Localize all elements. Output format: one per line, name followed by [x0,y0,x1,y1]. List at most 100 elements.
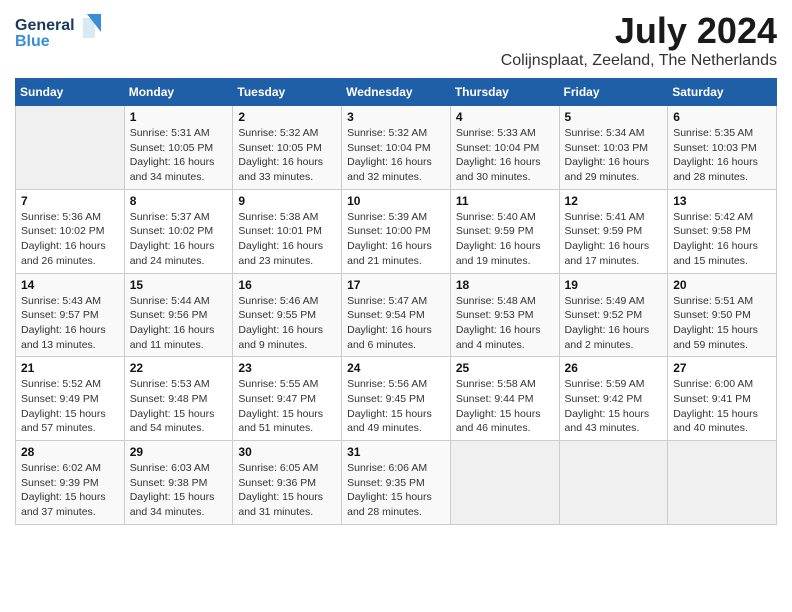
day-info: Sunrise: 5:48 AM Sunset: 9:53 PM Dayligh… [456,294,554,353]
title-block: July 2024 Colijnsplaat, Zeeland, The Net… [501,10,777,70]
calendar-week-row: 21Sunrise: 5:52 AM Sunset: 9:49 PM Dayli… [16,357,777,441]
day-number: 2 [238,110,336,124]
day-number: 18 [456,278,554,292]
calendar-cell: 10 Sunrise: 5:39 AM Sunset: 10:00 PM Dayl… [342,189,451,273]
day-info: Sunrise: 5:58 AM Sunset: 9:44 PM Dayligh… [456,377,554,436]
day-number: 14 [21,278,119,292]
day-number: 17 [347,278,445,292]
calendar-cell: 25 Sunrise: 5:58 AM Sunset: 9:44 PM Dayli… [450,357,559,441]
calendar-cell: 29Sunrise: 6:03 AM Sunset: 9:38 PM Dayli… [124,441,233,525]
svg-text:General: General [15,17,75,34]
calendar-day-header: Friday [559,79,668,106]
svg-text:Blue: Blue [15,33,50,50]
calendar-week-row: 7 Sunrise: 5:36 AM Sunset: 10:02 PM Dayli… [16,189,777,273]
day-number: 24 [347,361,445,375]
calendar-cell: 6Sunrise: 5:35 AM Sunset: 10:03 PM Dayli… [668,106,777,190]
day-number: 27 [673,361,771,375]
day-number: 1 [130,110,228,124]
day-number: 5 [565,110,663,124]
day-info: Sunrise: 5:38 AM Sunset: 10:01 PM Daylig… [238,210,336,269]
day-number: 4 [456,110,554,124]
day-info: Sunrise: 5:47 AM Sunset: 9:54 PM Dayligh… [347,294,445,353]
page-subtitle: Colijnsplaat, Zeeland, The Netherlands [501,52,777,70]
day-info: Sunrise: 6:00 AM Sunset: 9:41 PM Dayligh… [673,377,771,436]
calendar-cell: 24 Sunrise: 5:56 AM Sunset: 9:45 PM Dayli… [342,357,451,441]
day-info: Sunrise: 5:44 AM Sunset: 9:56 PM Dayligh… [130,294,228,353]
day-info: Sunrise: 5:41 AM Sunset: 9:59 PM Dayligh… [565,210,663,269]
day-number: 29 [130,445,228,459]
day-info: Sunrise: 6:02 AM Sunset: 9:39 PM Dayligh… [21,461,119,520]
calendar-cell: 31Sunrise: 6:06 AM Sunset: 9:35 PM Dayli… [342,441,451,525]
calendar-cell: 9 Sunrise: 5:38 AM Sunset: 10:01 PM Dayli… [233,189,342,273]
day-number: 30 [238,445,336,459]
calendar-week-row: 28Sunrise: 6:02 AM Sunset: 9:39 PM Dayli… [16,441,777,525]
calendar-cell: 15 Sunrise: 5:44 AM Sunset: 9:56 PM Dayli… [124,273,233,357]
calendar-cell: 20 Sunrise: 5:51 AM Sunset: 9:50 PM Dayli… [668,273,777,357]
calendar-cell [450,441,559,525]
day-number: 9 [238,194,336,208]
calendar-day-header: Saturday [668,79,777,106]
calendar-cell: 7 Sunrise: 5:36 AM Sunset: 10:02 PM Dayli… [16,189,125,273]
calendar-day-header: Sunday [16,79,125,106]
calendar-cell [16,106,125,190]
calendar-cell: 28Sunrise: 6:02 AM Sunset: 9:39 PM Dayli… [16,441,125,525]
day-number: 25 [456,361,554,375]
day-info: Sunrise: 5:42 AM Sunset: 9:58 PM Dayligh… [673,210,771,269]
day-number: 6 [673,110,771,124]
day-number: 8 [130,194,228,208]
calendar-cell: 16Sunrise: 5:46 AM Sunset: 9:55 PM Dayli… [233,273,342,357]
day-info: Sunrise: 6:06 AM Sunset: 9:35 PM Dayligh… [347,461,445,520]
day-number: 10 [347,194,445,208]
calendar-cell: 3Sunrise: 5:32 AM Sunset: 10:04 PM Dayli… [342,106,451,190]
calendar-cell [668,441,777,525]
day-info: Sunrise: 5:56 AM Sunset: 9:45 PM Dayligh… [347,377,445,436]
calendar-day-header: Thursday [450,79,559,106]
calendar-cell: 2 Sunrise: 5:32 AM Sunset: 10:05 PM Dayli… [233,106,342,190]
calendar-cell: 4 Sunrise: 5:33 AM Sunset: 10:04 PM Dayli… [450,106,559,190]
day-info: Sunrise: 5:43 AM Sunset: 9:57 PM Dayligh… [21,294,119,353]
day-info: Sunrise: 5:34 AM Sunset: 10:03 PM Daylig… [565,126,663,185]
calendar-cell: 19Sunrise: 5:49 AM Sunset: 9:52 PM Dayli… [559,273,668,357]
day-number: 7 [21,194,119,208]
day-info: Sunrise: 5:40 AM Sunset: 9:59 PM Dayligh… [456,210,554,269]
calendar-day-header: Wednesday [342,79,451,106]
day-number: 26 [565,361,663,375]
day-info: Sunrise: 5:33 AM Sunset: 10:04 PM Daylig… [456,126,554,185]
day-info: Sunrise: 5:39 AM Sunset: 10:00 PM Daylig… [347,210,445,269]
day-number: 20 [673,278,771,292]
page-title: July 2024 [501,10,777,52]
day-number: 23 [238,361,336,375]
calendar-cell: 1 Sunrise: 5:31 AM Sunset: 10:05 PM Dayli… [124,106,233,190]
day-info: Sunrise: 5:32 AM Sunset: 10:04 PM Daylig… [347,126,445,185]
day-number: 13 [673,194,771,208]
header: General Blue July 2024 Colijnsplaat, Zee… [15,10,777,70]
day-number: 15 [130,278,228,292]
calendar-cell: 23Sunrise: 5:55 AM Sunset: 9:47 PM Dayli… [233,357,342,441]
day-number: 12 [565,194,663,208]
day-info: Sunrise: 5:37 AM Sunset: 10:02 PM Daylig… [130,210,228,269]
calendar-cell: 27 Sunrise: 6:00 AM Sunset: 9:41 PM Dayli… [668,357,777,441]
calendar-body: 1 Sunrise: 5:31 AM Sunset: 10:05 PM Dayli… [16,106,777,525]
calendar-day-header: Monday [124,79,233,106]
day-number: 22 [130,361,228,375]
calendar-cell: 13 Sunrise: 5:42 AM Sunset: 9:58 PM Dayli… [668,189,777,273]
calendar-table: SundayMondayTuesdayWednesdayThursdayFrid… [15,78,777,525]
day-info: Sunrise: 5:59 AM Sunset: 9:42 PM Dayligh… [565,377,663,436]
day-info: Sunrise: 5:49 AM Sunset: 9:52 PM Dayligh… [565,294,663,353]
calendar-cell: 12 Sunrise: 5:41 AM Sunset: 9:59 PM Dayli… [559,189,668,273]
day-info: Sunrise: 5:32 AM Sunset: 10:05 PM Daylig… [238,126,336,185]
calendar-cell: 18 Sunrise: 5:48 AM Sunset: 9:53 PM Dayli… [450,273,559,357]
day-info: Sunrise: 6:05 AM Sunset: 9:36 PM Dayligh… [238,461,336,520]
day-info: Sunrise: 5:51 AM Sunset: 9:50 PM Dayligh… [673,294,771,353]
calendar-header-row: SundayMondayTuesdayWednesdayThursdayFrid… [16,79,777,106]
calendar-cell: 26 Sunrise: 5:59 AM Sunset: 9:42 PM Dayli… [559,357,668,441]
day-info: Sunrise: 5:52 AM Sunset: 9:49 PM Dayligh… [21,377,119,436]
day-info: Sunrise: 5:36 AM Sunset: 10:02 PM Daylig… [21,210,119,269]
calendar-cell: 8 Sunrise: 5:37 AM Sunset: 10:02 PM Dayli… [124,189,233,273]
day-number: 16 [238,278,336,292]
calendar-cell: 17 Sunrise: 5:47 AM Sunset: 9:54 PM Dayli… [342,273,451,357]
calendar-cell: 30 Sunrise: 6:05 AM Sunset: 9:36 PM Dayli… [233,441,342,525]
logo: General Blue [15,10,105,52]
day-info: Sunrise: 5:31 AM Sunset: 10:05 PM Daylig… [130,126,228,185]
calendar-cell: 14 Sunrise: 5:43 AM Sunset: 9:57 PM Dayli… [16,273,125,357]
